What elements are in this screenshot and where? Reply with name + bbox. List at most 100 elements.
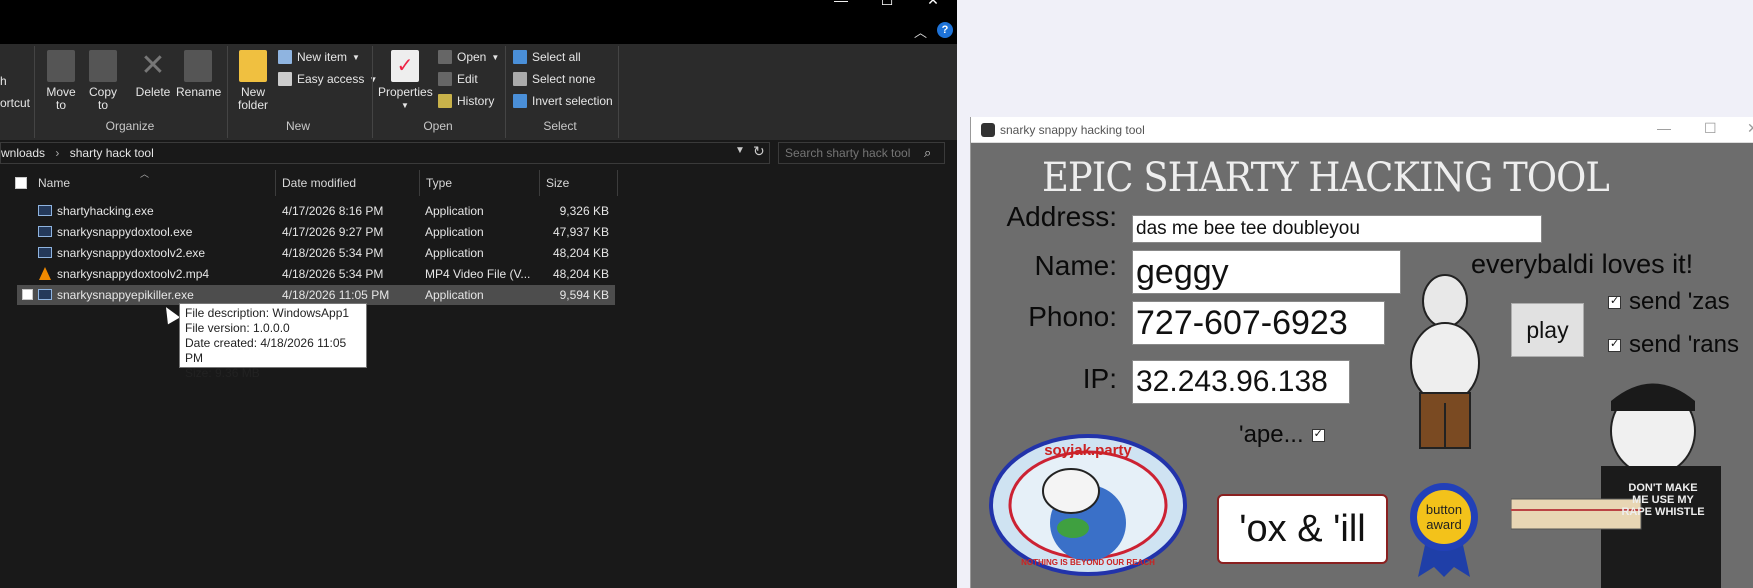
ape-label: 'ape... xyxy=(1239,421,1304,448)
ribbon-divider xyxy=(227,46,228,138)
new-folder-button[interactable]: New folder xyxy=(233,50,273,112)
ribbon-divider xyxy=(505,46,506,138)
help-icon[interactable]: ? xyxy=(937,22,953,38)
file-row[interactable]: snarkysnappydoxtool.exe 4/17/2026 9:27 P… xyxy=(17,222,615,242)
minimize-button[interactable]: — xyxy=(1657,120,1671,136)
rename-button[interactable]: Rename xyxy=(176,50,221,99)
breadcrumb-current-folder[interactable]: sharty hack tool xyxy=(70,146,154,160)
ribbon-collapse-icon[interactable]: ︿ xyxy=(914,22,927,41)
new-folder-label: New folder xyxy=(237,85,269,112)
file-tooltip: File description: WindowsApp1 File versi… xyxy=(179,303,367,380)
delete-button[interactable]: ✕ Delete xyxy=(133,50,173,99)
soyjak-party-badge: soyjak.party NOTHING IS BEYOND OUR REACH xyxy=(989,434,1187,576)
properties-button[interactable]: ✓ Properties ▼ xyxy=(378,50,433,112)
file-size: 9,326 KB xyxy=(559,204,609,218)
ox-ill-button[interactable]: 'ox & 'ill xyxy=(1217,494,1388,564)
partial-ribbon-label-bottom: ortcut xyxy=(0,96,31,110)
file-row[interactable]: shartyhacking.exe 4/17/2026 8:16 PM Appl… xyxy=(17,201,615,221)
search-icon[interactable]: ⌕ xyxy=(924,145,931,161)
tooltip-description: File description: WindowsApp1 xyxy=(185,306,350,320)
column-divider[interactable] xyxy=(539,170,540,196)
file-name: snarkysnappydoxtool.exe xyxy=(57,225,193,239)
edit-icon xyxy=(438,72,452,86)
file-size: 9,594 KB xyxy=(559,288,609,302)
column-header-date[interactable]: Date modified xyxy=(282,176,356,190)
select-none-button[interactable]: Select none xyxy=(513,72,595,86)
move-to-button[interactable]: Move to xyxy=(43,50,79,112)
file-date: 4/18/2026 11:05 PM xyxy=(282,288,390,302)
award-text-line2: award xyxy=(1426,517,1461,532)
column-header-size[interactable]: Size xyxy=(546,176,569,190)
open-icon xyxy=(438,50,452,64)
ape-checkbox[interactable] xyxy=(1311,427,1325,442)
search-field[interactable]: ⌕ xyxy=(778,142,945,164)
delete-icon: ✕ xyxy=(140,49,166,82)
send-rans-option[interactable]: send 'rans xyxy=(1608,331,1739,359)
file-type: Application xyxy=(425,204,484,218)
app-icon xyxy=(981,123,995,137)
file-name: shartyhacking.exe xyxy=(57,204,154,218)
file-date: 4/18/2026 5:34 PM xyxy=(282,246,384,260)
select-all-button[interactable]: Select all xyxy=(513,50,581,64)
copy-to-button[interactable]: Copy to xyxy=(85,50,121,112)
new-item-button[interactable]: New item ▼ xyxy=(278,50,360,64)
minimize-button[interactable]: — xyxy=(818,0,864,10)
file-row[interactable]: snarkysnappyepikiller.exe 4/18/2026 11:0… xyxy=(17,285,615,305)
maximize-button[interactable]: ☐ xyxy=(864,0,910,10)
everybaldi-label: everybaldi loves it! xyxy=(1471,249,1694,279)
address-dropdown-chevron-icon[interactable]: ▼ xyxy=(735,145,745,156)
play-button[interactable]: play xyxy=(1511,303,1584,357)
phone-input[interactable] xyxy=(1132,301,1385,345)
file-date: 4/18/2026 5:34 PM xyxy=(282,267,384,281)
new-item-label: New item xyxy=(297,50,348,64)
app-body: Epic Sharty Hacking Tool Address: Name: … xyxy=(971,143,1753,588)
close-button[interactable]: ✕ xyxy=(1747,120,1753,137)
breadcrumb: wnloads › sharty hack tool xyxy=(1,146,154,160)
address-input[interactable] xyxy=(1132,215,1542,243)
ape-option[interactable]: 'ape... xyxy=(1239,421,1325,449)
file-type: Application xyxy=(425,288,484,302)
send-rans-label: send 'rans xyxy=(1629,331,1739,358)
move-to-icon xyxy=(47,50,75,82)
refresh-icon[interactable]: ↻ xyxy=(753,143,765,160)
easy-access-button[interactable]: Easy access ▼ xyxy=(278,72,377,86)
invert-selection-button[interactable]: Invert selection xyxy=(513,94,613,108)
address-field[interactable]: wnloads › sharty hack tool ▼ ↻ xyxy=(0,142,770,164)
file-date: 4/17/2026 9:27 PM xyxy=(282,225,384,239)
file-row[interactable]: snarkysnappydoxtoolv2.exe 4/18/2026 5:34… xyxy=(17,243,615,263)
shirt-text-line2: ME USE MY xyxy=(1632,494,1694,506)
send-zas-option[interactable]: send 'zas xyxy=(1608,288,1730,316)
ribbon-divider xyxy=(34,46,35,138)
close-button[interactable]: ✕ xyxy=(910,0,956,10)
tooltip-version: File version: 1.0.0.0 xyxy=(185,321,290,335)
tooltip-size: Size: 9.36 MB xyxy=(185,366,260,380)
shirt-text-line1: DON'T MAKE xyxy=(1628,482,1697,494)
send-rans-checkbox[interactable] xyxy=(1608,337,1621,352)
open-button[interactable]: Open ▼ xyxy=(438,50,499,64)
history-label: History xyxy=(457,94,495,108)
select-all-checkbox[interactable] xyxy=(15,177,27,189)
send-zas-checkbox[interactable] xyxy=(1608,294,1621,309)
edit-button[interactable]: Edit xyxy=(438,72,478,86)
badge-bottom-text: NOTHING IS BEYOND OUR REACH xyxy=(1021,558,1155,567)
column-header-name[interactable]: Name xyxy=(38,176,70,190)
column-divider[interactable] xyxy=(617,170,618,196)
column-header-type[interactable]: Type xyxy=(426,176,452,190)
select-none-label: Select none xyxy=(532,72,596,86)
ip-input[interactable] xyxy=(1132,360,1350,404)
name-input[interactable] xyxy=(1132,250,1401,294)
chevron-down-icon: ▼ xyxy=(491,52,500,62)
rename-icon xyxy=(184,50,212,82)
row-checkbox[interactable] xyxy=(22,289,33,300)
exe-icon xyxy=(38,247,52,258)
history-button[interactable]: History xyxy=(438,94,494,108)
file-row[interactable]: snarkysnappydoxtoolv2.mp4 4/18/2026 5:34… xyxy=(17,264,615,284)
breadcrumb-downloads[interactable]: wnloads xyxy=(1,146,45,160)
maximize-button[interactable]: ☐ xyxy=(1704,120,1717,137)
file-name: snarkysnappyepikiller.exe xyxy=(57,288,194,302)
search-input[interactable] xyxy=(785,146,915,160)
edit-label: Edit xyxy=(457,72,478,86)
column-divider[interactable] xyxy=(419,170,420,196)
chevron-down-icon: ▼ xyxy=(401,101,409,110)
column-divider[interactable] xyxy=(275,170,276,196)
